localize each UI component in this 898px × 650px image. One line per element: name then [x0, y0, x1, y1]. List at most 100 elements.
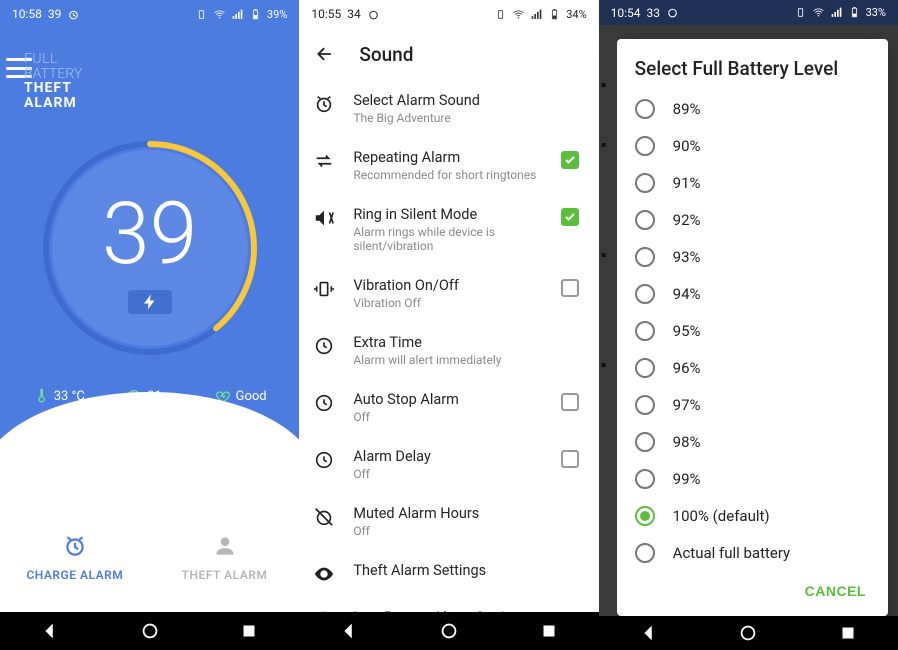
setting-row[interactable]: Extra Time Alarm will alert immediately — [299, 322, 598, 379]
radio-label: 91% — [673, 174, 701, 192]
nav-back[interactable] — [39, 620, 61, 642]
status-extra: 39 — [48, 7, 62, 21]
radio-label: 97% — [673, 396, 701, 414]
status-extra: 34 — [347, 7, 361, 21]
radio-label: 100% (default) — [673, 507, 770, 525]
repeat-icon — [313, 150, 335, 172]
vibrate-icon — [195, 8, 208, 21]
nav-recent[interactable] — [538, 620, 560, 642]
radio-label: 94% — [673, 285, 701, 303]
status-bar: 10:54 33 33% — [599, 0, 898, 25]
nav-bar — [0, 612, 299, 650]
radio-option[interactable]: 98% — [635, 423, 874, 460]
setting-subtitle: Off — [353, 524, 542, 538]
radio-option[interactable]: 97% — [635, 386, 874, 423]
radio-option[interactable]: Actual full battery — [635, 534, 874, 571]
radio-option[interactable]: 96% — [635, 349, 874, 386]
nav-recent[interactable] — [238, 620, 260, 642]
noalarm-icon — [313, 506, 335, 528]
radio-label: 93% — [673, 248, 701, 266]
checkbox-icon[interactable] — [561, 393, 579, 411]
radio-icon — [635, 173, 655, 193]
radio-option[interactable]: 99% — [635, 460, 874, 497]
battery-icon — [249, 8, 262, 21]
radio-option[interactable]: 94% — [635, 275, 874, 312]
checkbox-icon[interactable] — [561, 208, 579, 226]
dialog-backdrop[interactable]: ▪ ▪ ▪ ▪ — [599, 25, 617, 616]
status-extra: 33 — [647, 6, 661, 20]
setting-title: Select Alarm Sound — [353, 92, 542, 109]
signal-icon — [830, 6, 843, 19]
alarm-icon — [67, 8, 80, 21]
radio-option[interactable]: 90% — [635, 127, 874, 164]
radio-icon — [635, 395, 655, 415]
nav-home[interactable] — [438, 620, 460, 642]
wifi-icon — [812, 6, 825, 19]
setting-title: Theft Alarm Settings — [353, 562, 542, 579]
radio-icon — [635, 469, 655, 489]
radio-icon — [635, 99, 655, 119]
cancel-button[interactable]: CANCEL — [805, 583, 866, 599]
setting-subtitle: The Big Adventure — [353, 111, 542, 125]
alarm-icon — [666, 6, 679, 19]
setting-subtitle: Alarm will alert immediately — [353, 353, 542, 367]
setting-subtitle: Alarm rings while device is silent/vibra… — [353, 225, 542, 253]
signal-icon — [231, 8, 244, 21]
setting-title: Muted Alarm Hours — [353, 505, 542, 522]
radio-label: 92% — [673, 211, 701, 229]
silent-icon — [313, 207, 335, 229]
setting-row[interactable]: Alarm DelayOff — [299, 436, 598, 493]
back-button[interactable] — [315, 44, 335, 64]
radio-label: 95% — [673, 322, 701, 340]
radio-icon — [635, 506, 655, 526]
status-time: 10:58 — [12, 7, 42, 21]
nav-back[interactable] — [638, 622, 660, 644]
radio-icon — [635, 210, 655, 230]
setting-row[interactable]: Muted Alarm Hours Off — [299, 493, 598, 550]
charging-icon — [128, 290, 172, 314]
dialog-title: Select Full Battery Level — [635, 57, 874, 80]
nav-back[interactable] — [338, 620, 360, 642]
tab-charge-alarm[interactable]: CHARGE ALARM — [0, 533, 150, 582]
setting-title: Extra Time — [353, 334, 542, 351]
checkbox-icon[interactable] — [561, 151, 579, 169]
radio-icon — [635, 543, 655, 563]
nav-recent[interactable] — [837, 622, 859, 644]
nav-home[interactable] — [139, 620, 161, 642]
status-battery-pct: 33% — [866, 6, 886, 19]
radio-option[interactable]: 92% — [635, 201, 874, 238]
setting-row[interactable]: Theft Alarm Settings — [299, 550, 598, 597]
checkbox-icon[interactable] — [561, 450, 579, 468]
radio-option[interactable]: 93% — [635, 238, 874, 275]
alarm-icon — [367, 8, 380, 21]
radio-label: 90% — [673, 137, 701, 155]
status-bar: 10:58 39 39% — [0, 0, 299, 28]
radio-option[interactable]: 89% — [635, 90, 874, 127]
battery-gauge: 39 — [40, 138, 260, 358]
nav-home[interactable] — [737, 622, 759, 644]
setting-row[interactable]: Vibration On/OffVibration Off — [299, 265, 598, 322]
panel-level-dialog: 10:54 33 33% ▪ ▪ ▪ ▪ Select Full Battery… — [599, 0, 898, 650]
setting-title: Alarm Delay — [353, 448, 542, 465]
checkbox-icon[interactable] — [561, 279, 579, 297]
radio-icon — [635, 358, 655, 378]
setting-row[interactable]: Ring in Silent Mode Alarm rings while dev… — [299, 194, 598, 265]
radio-option[interactable]: 100% (default) — [635, 497, 874, 534]
setting-row[interactable]: Repeating Alarm Recommended for short rin… — [299, 137, 598, 194]
setting-subtitle: Recommended for short ringtones — [353, 168, 542, 182]
tab-theft-alarm[interactable]: THEFT ALARM — [150, 533, 300, 582]
setting-row[interactable]: Low Battery Alarm Settings — [299, 597, 598, 612]
setting-row[interactable]: Select Alarm Sound The Big Adventure — [299, 80, 598, 137]
setting-title: Vibration On/Off — [353, 277, 542, 294]
page-title: Sound — [359, 43, 413, 66]
panel-home: 10:58 39 39% FULL BATTERY THEFT ALARM — [0, 0, 299, 650]
radio-option[interactable]: 91% — [635, 164, 874, 201]
eye-icon — [313, 563, 335, 585]
setting-row[interactable]: Auto Stop AlarmOff — [299, 379, 598, 436]
setting-subtitle: Off — [353, 410, 542, 424]
setting-title: Ring in Silent Mode — [353, 206, 542, 223]
setting-title: Repeating Alarm — [353, 149, 542, 166]
radio-option[interactable]: 95% — [635, 312, 874, 349]
radio-icon — [635, 136, 655, 156]
status-battery-pct: 34% — [566, 8, 586, 21]
